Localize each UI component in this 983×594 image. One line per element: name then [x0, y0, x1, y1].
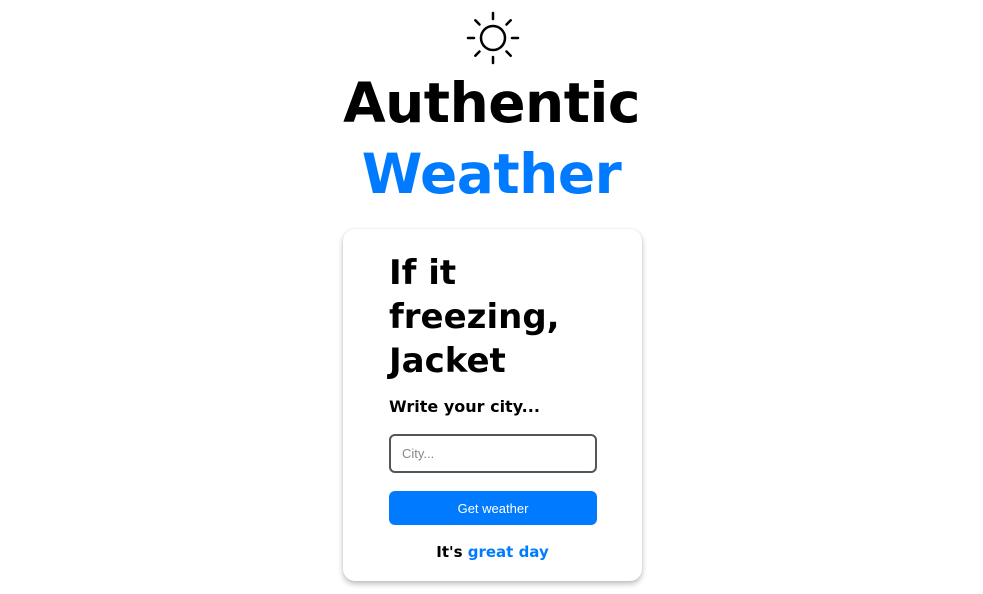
app-title-line1: Authentic: [343, 71, 640, 135]
app-title-line2: Weather: [361, 142, 622, 206]
get-weather-button[interactable]: Get weather: [389, 491, 597, 525]
city-label: Write your city...: [389, 397, 540, 416]
sun-icon: [466, 11, 520, 65]
city-input[interactable]: [389, 434, 597, 473]
status-prefix: It's: [436, 543, 463, 561]
weather-app: Authentic Weather If it freezing, Jacket…: [0, 0, 983, 594]
card-heading: If it freezing, Jacket: [389, 253, 560, 381]
status-highlight: great day: [467, 543, 549, 561]
status-message: It's great day: [343, 542, 642, 562]
weather-card: If it freezing, Jacket Write your city..…: [343, 229, 642, 581]
